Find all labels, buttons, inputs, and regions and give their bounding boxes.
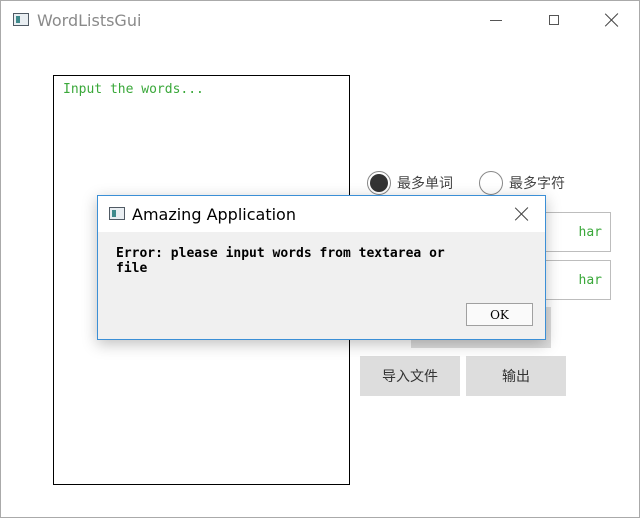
radio-most-words[interactable]: 最多单词 — [367, 171, 453, 195]
ok-button[interactable]: OK — [466, 303, 533, 326]
import-file-button[interactable]: 导入文件 — [360, 356, 460, 396]
error-dialog: Amazing Application Error: please input … — [97, 195, 546, 340]
head-char-value: har — [578, 224, 602, 240]
dialog-close-button[interactable] — [499, 196, 545, 232]
dialog-app-icon — [109, 207, 125, 220]
radio-most-words-label: 最多单词 — [397, 176, 453, 192]
output-button[interactable]: 输出 — [466, 356, 566, 396]
close-icon — [515, 207, 529, 221]
maximize-button[interactable] — [531, 1, 577, 39]
minimize-button[interactable] — [473, 1, 519, 39]
dialog-message: Error: please input words from textarea … — [116, 246, 445, 276]
close-icon — [605, 13, 619, 27]
dialog-titlebar[interactable]: Amazing Application — [98, 196, 545, 232]
app-icon — [13, 13, 29, 26]
dialog-title: Amazing Application — [132, 205, 296, 224]
minimize-icon — [490, 19, 502, 21]
radio-most-chars-label: 最多字符 — [509, 176, 565, 192]
radio-unchecked-icon — [479, 171, 503, 195]
tail-char-value: har — [578, 272, 602, 288]
close-button[interactable] — [589, 1, 635, 39]
window-title: WordListsGui — [37, 11, 142, 30]
window-titlebar[interactable]: WordListsGui — [1, 1, 639, 39]
radio-checked-icon — [367, 171, 391, 195]
maximize-icon — [549, 15, 559, 25]
radio-most-chars[interactable]: 最多字符 — [479, 171, 565, 195]
